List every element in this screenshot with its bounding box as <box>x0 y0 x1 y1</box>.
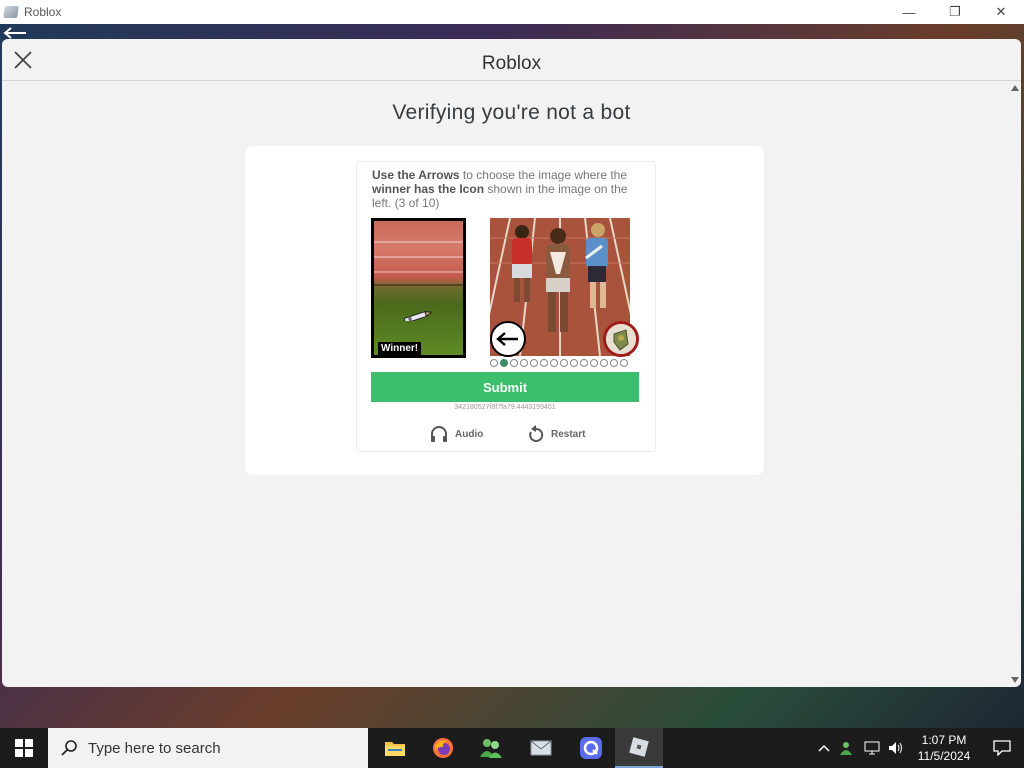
clock-time: 1:07 PM <box>921 733 967 747</box>
audio-label: Audio <box>455 428 484 440</box>
mail-app[interactable] <box>517 728 565 768</box>
app-launcher-icon <box>580 737 602 759</box>
people-tray-icon <box>840 742 852 755</box>
window-titlebar: Roblox — ❐ ✕ <box>0 0 1024 24</box>
arrow-left-icon <box>496 332 518 346</box>
progress-dot <box>570 359 578 367</box>
notifications-button[interactable] <box>980 728 1024 768</box>
instruction-bold-2: winner has the Icon <box>372 182 485 196</box>
start-button[interactable] <box>0 728 48 768</box>
session-id: 342180527f8f7fa79.4443159401 <box>454 404 556 411</box>
reference-image: Winner! <box>371 218 466 358</box>
instruction-text-1: to choose the image where the <box>459 168 628 182</box>
progress-dot <box>560 359 568 367</box>
captcha-instructions: Use the Arrows to choose the image where… <box>372 168 640 210</box>
taskbar: Type here to search 1:07 PM 11/5/2024 <box>0 728 1024 768</box>
scroll-up-arrow-icon[interactable] <box>1011 85 1019 91</box>
modal-title: Roblox <box>481 53 542 74</box>
windows-logo-icon <box>15 739 33 757</box>
window-title: Roblox <box>24 5 62 19</box>
mail-icon <box>530 740 552 756</box>
winner-label: Winner! <box>378 342 422 355</box>
show-hidden-icons-button[interactable] <box>812 728 836 768</box>
roblox-app[interactable] <box>615 728 663 768</box>
search-placeholder: Type here to search <box>88 739 221 757</box>
restart-button[interactable]: Restart <box>527 424 585 444</box>
restart-label: Restart <box>551 428 586 440</box>
progress-dot <box>600 359 608 367</box>
network-icon <box>864 741 880 755</box>
restart-icon <box>529 425 544 442</box>
volume-button[interactable] <box>884 728 908 768</box>
previous-image-button[interactable] <box>490 321 526 357</box>
progress-dot <box>590 359 598 367</box>
restore-button[interactable]: ❐ <box>932 0 978 24</box>
clock-date: 11/5/2024 <box>917 749 971 763</box>
window-controls: — ❐ ✕ <box>886 0 1024 24</box>
progress-dot <box>540 359 548 367</box>
modal-header: Roblox <box>2 39 1021 81</box>
folder-icon <box>385 742 405 756</box>
progress-dot <box>490 359 498 367</box>
progress-dot <box>610 359 618 367</box>
progress-dot <box>580 359 588 367</box>
captcha-challenge: Use the Arrows to choose the image where… <box>356 161 656 452</box>
people-icon <box>480 739 502 758</box>
icon-thumbnail <box>606 324 636 354</box>
reference-image-content: Winner! <box>374 221 463 355</box>
progress-dots <box>490 359 628 367</box>
audio-button[interactable]: Audio <box>429 424 483 444</box>
submit-button[interactable]: Submit <box>371 372 639 402</box>
close-window-button[interactable]: ✕ <box>978 0 1024 24</box>
system-tray: 1:07 PM 11/5/2024 <box>812 728 1024 768</box>
tray-people-button[interactable] <box>836 728 860 768</box>
launcher-app[interactable] <box>567 728 615 768</box>
progress-dot <box>520 359 528 367</box>
people-app[interactable] <box>467 728 515 768</box>
progress-dot <box>530 359 538 367</box>
verification-modal: Roblox Verifying you're not a bot Use th… <box>2 39 1021 687</box>
minimize-button[interactable]: — <box>886 0 932 24</box>
roblox-icon <box>629 737 649 757</box>
roblox-app-icon <box>3 6 19 18</box>
progress-dot <box>510 359 518 367</box>
search-icon <box>61 740 77 756</box>
page-title: Verifying you're not a bot <box>392 101 631 124</box>
captcha-card: Use the Arrows to choose the image where… <box>245 146 764 475</box>
scroll-down-arrow-icon[interactable] <box>1011 677 1019 683</box>
headphones-icon <box>431 426 447 442</box>
next-image-button[interactable] <box>603 321 639 357</box>
pencil-icon <box>403 311 433 321</box>
speaker-icon <box>889 742 902 754</box>
firefox-icon <box>433 738 453 758</box>
progress-dot <box>550 359 558 367</box>
instruction-bold-1: Use the Arrows <box>372 168 460 182</box>
notification-icon <box>993 740 1011 756</box>
network-button[interactable] <box>860 728 884 768</box>
chevron-up-icon <box>818 744 830 752</box>
file-explorer-app[interactable] <box>371 728 419 768</box>
back-arrow-icon[interactable] <box>2 26 28 40</box>
taskbar-search[interactable]: Type here to search <box>48 728 368 768</box>
taskbar-clock[interactable]: 1:07 PM 11/5/2024 <box>908 732 980 764</box>
progress-dot <box>620 359 628 367</box>
progress-dot <box>500 359 508 367</box>
firefox-app[interactable] <box>419 728 467 768</box>
